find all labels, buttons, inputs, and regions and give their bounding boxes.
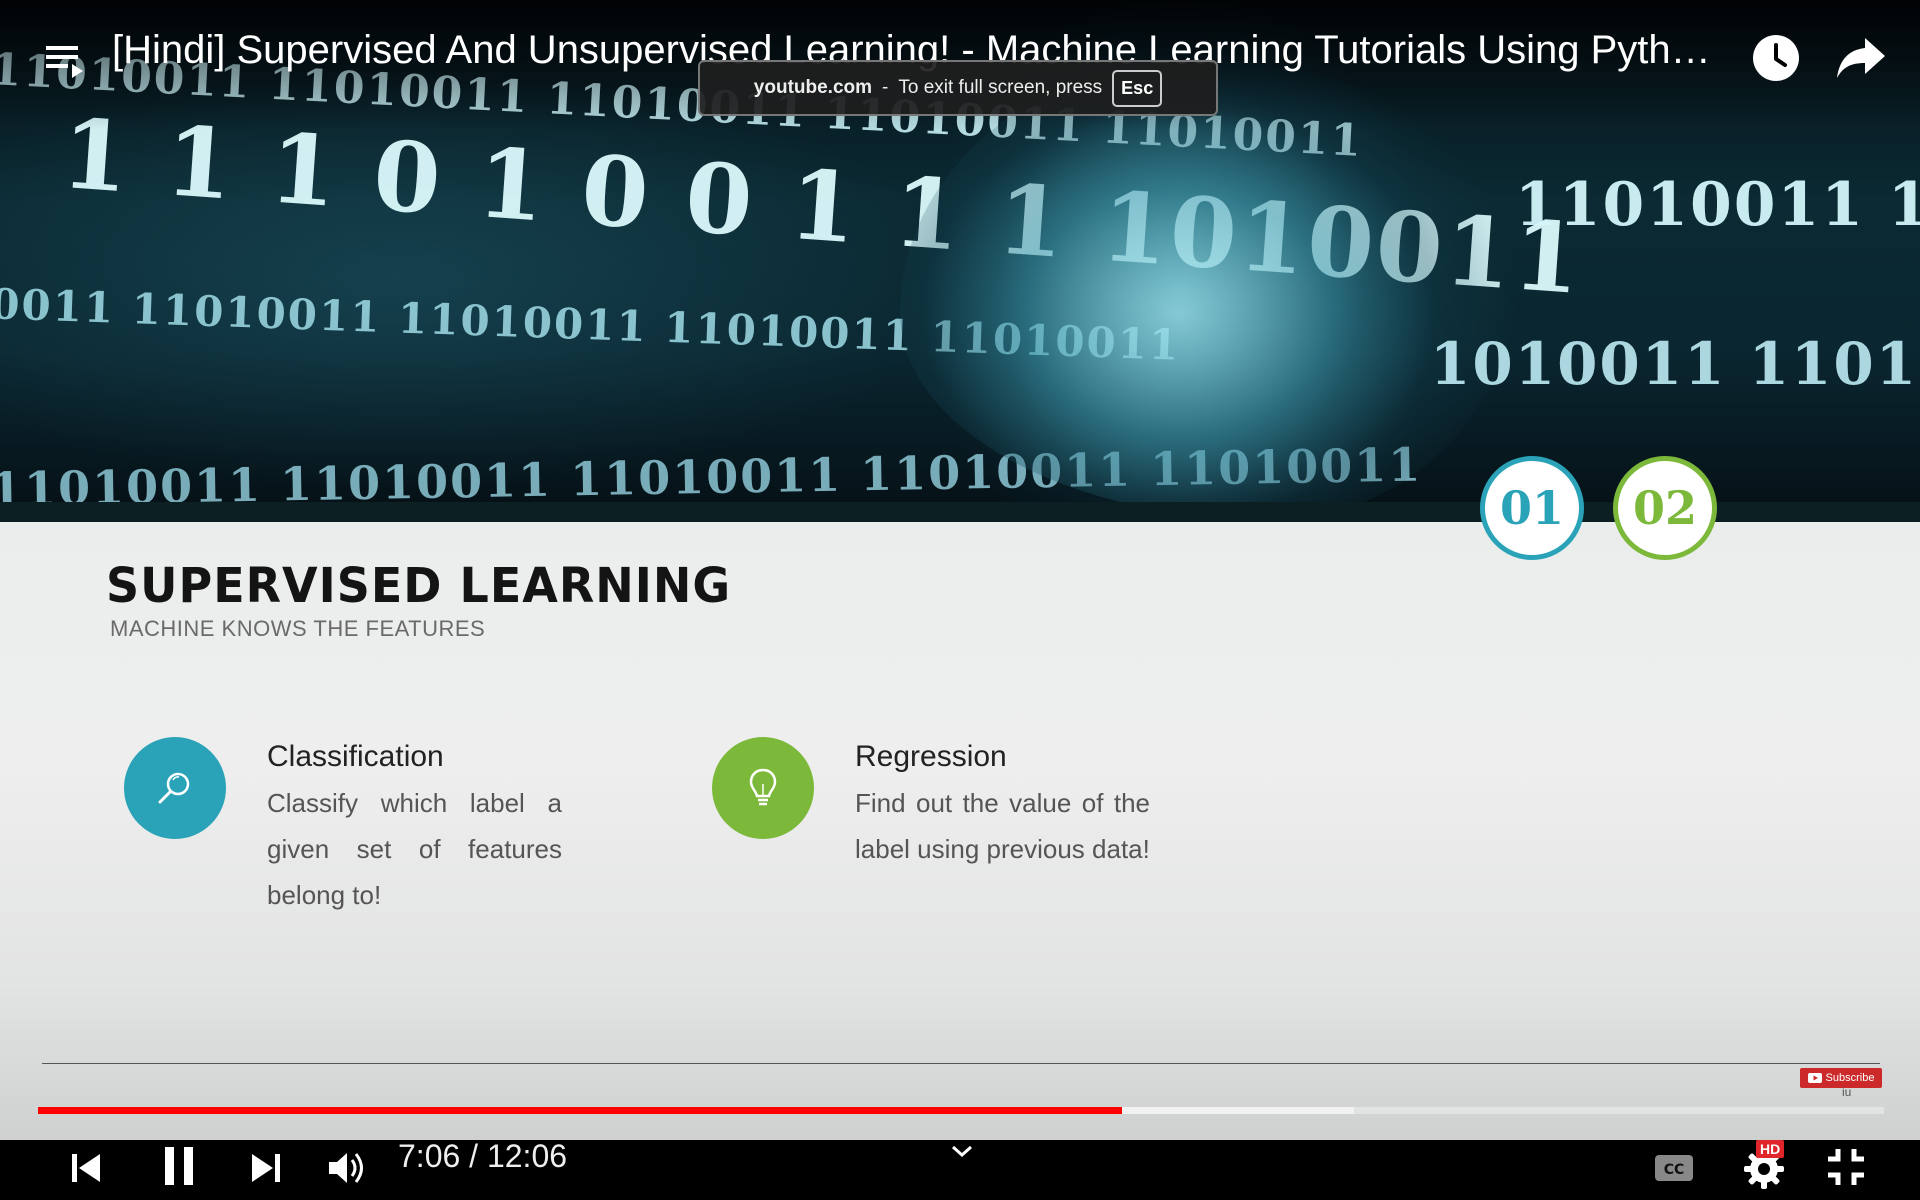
- toast-site: youtube.com: [753, 77, 873, 98]
- youtube-logo-icon: [1807, 1073, 1822, 1083]
- playlist-button[interactable]: [40, 36, 88, 84]
- time-display: 7:06 / 12:06: [398, 1138, 568, 1174]
- share-button[interactable]: [1832, 30, 1890, 86]
- toast-separator: -: [882, 77, 889, 98]
- classification-feature-icon: [124, 737, 226, 839]
- hd-badge: HD: [1756, 1140, 1785, 1158]
- progress-bar[interactable]: [38, 1107, 1884, 1114]
- previous-button[interactable]: [62, 1140, 110, 1196]
- captions-icon: CC: [1655, 1155, 1693, 1181]
- watch-later-button[interactable]: [1748, 30, 1804, 86]
- feature-heading-classification: Classification: [267, 740, 444, 773]
- share-arrow-icon: [1837, 38, 1885, 78]
- slide-title: SUPERVISED LEARNING: [106, 556, 732, 614]
- clock-icon: [1753, 35, 1799, 81]
- slide-number-circle-02: 02: [1613, 456, 1717, 560]
- progress-played: [38, 1107, 1122, 1114]
- slide-subtitle: MACHINE KNOWS THE FEATURES: [110, 616, 486, 641]
- pause-icon: [165, 1147, 193, 1185]
- feature-heading-regression: Regression: [855, 740, 1007, 773]
- regression-feature-icon: [712, 737, 814, 839]
- playlist-icon: [46, 46, 83, 78]
- more-chevron-button[interactable]: [944, 1136, 980, 1166]
- svg-text:CC: CC: [1664, 1162, 1685, 1178]
- watermark-tiny-text: iu: [1842, 1085, 1852, 1099]
- skip-previous-icon: [72, 1154, 100, 1182]
- binary-text-row: 1010011 11010011: [1430, 330, 1920, 398]
- volume-button[interactable]: [322, 1140, 374, 1196]
- subscribe-label: Subscribe: [1825, 1072, 1875, 1084]
- subscribe-watermark[interactable]: Subscribe: [1800, 1068, 1882, 1088]
- esc-key-badge: Esc: [1112, 69, 1163, 107]
- binary-text-row: 11010011 1101: [1515, 170, 1920, 240]
- next-button[interactable]: [242, 1140, 290, 1196]
- slide-number-circle-01: 01: [1480, 456, 1584, 560]
- lightbulb-icon: [749, 768, 777, 806]
- feature-description-regression: Find out the value of the label using pr…: [855, 788, 1150, 864]
- feature-description-classification: Classify which label a given set of feat…: [267, 788, 562, 910]
- captions-button[interactable]: CC: [1650, 1140, 1698, 1196]
- pause-button[interactable]: [152, 1136, 206, 1196]
- exit-fullscreen-icon: [1828, 1149, 1864, 1185]
- chevron-down-icon: [952, 1145, 972, 1158]
- skip-next-icon: [252, 1154, 280, 1182]
- fullscreen-exit-toast: youtube.com - To exit full screen, press…: [698, 60, 1218, 116]
- toast-message: To exit full screen, press: [898, 77, 1103, 98]
- slide-divider-line: [42, 1063, 1880, 1064]
- volume-icon: [329, 1153, 363, 1183]
- search-icon: [158, 772, 190, 804]
- exit-fullscreen-button[interactable]: [1818, 1138, 1874, 1196]
